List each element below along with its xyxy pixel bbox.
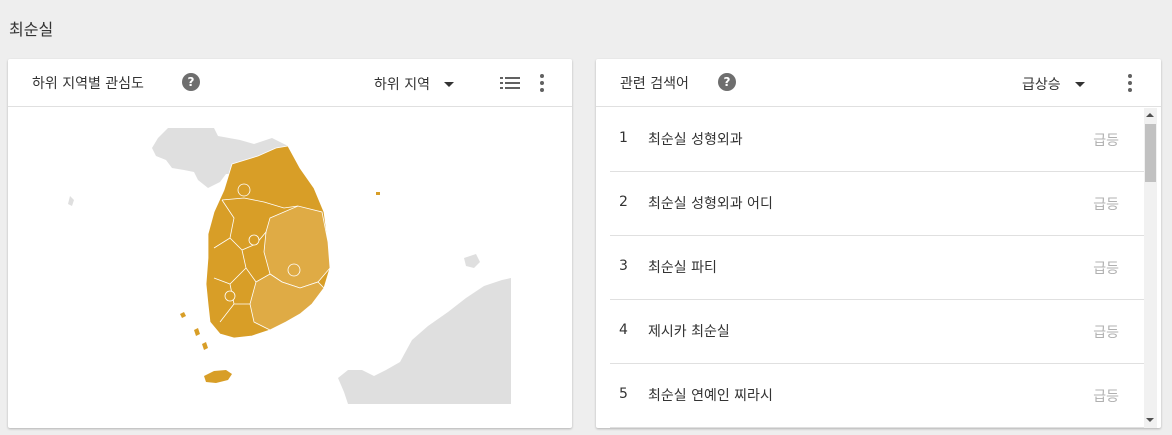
scroll-down-arrow-icon[interactable] [1146, 418, 1154, 422]
dokdo-island [376, 192, 380, 195]
breakout-badge: 급등 [1093, 261, 1119, 277]
related-card-header: 관련 검색어 ? 급상승 [596, 59, 1161, 107]
list-item[interactable]: 2 최순실 성형외과 어디 급등 [610, 172, 1144, 236]
dropdown-label: 하위 지역 [374, 77, 430, 93]
jeju-island [204, 370, 232, 383]
japan-island-land [464, 254, 480, 268]
dropdown-label: 급상승 [1022, 77, 1061, 93]
query-text[interactable]: 최순실 성형외과 [648, 129, 743, 149]
rank-number: 5 [619, 386, 628, 402]
list-item[interactable]: 4 제시카 최순실 급등 [610, 300, 1144, 364]
scroll-up-arrow-icon[interactable] [1146, 113, 1154, 117]
query-text[interactable]: 최순실 성형외과 어디 [648, 193, 773, 213]
vertical-scrollbar[interactable] [1144, 108, 1157, 428]
rank-number: 2 [619, 194, 628, 210]
list-view-icon[interactable] [500, 76, 520, 90]
help-icon[interactable]: ? [718, 73, 736, 91]
region-level-dropdown[interactable]: 하위 지역 [374, 74, 454, 94]
query-text[interactable]: 최순실 연예인 찌라시 [648, 385, 773, 405]
region-interest-card: 하위 지역별 관심도 ? 하위 지역 [8, 59, 572, 428]
korea-map [68, 128, 511, 404]
scroll-thumb[interactable] [1145, 124, 1156, 182]
daegu-region [287, 263, 301, 277]
daejeon-region [248, 234, 260, 246]
rank-number: 4 [619, 322, 628, 338]
china-coast-land [68, 196, 74, 206]
region-map [8, 108, 572, 428]
page-title: 최순실 [9, 20, 54, 39]
gwangju-region [224, 290, 236, 302]
query-text[interactable]: 제시카 최순실 [648, 321, 730, 341]
query-text[interactable]: 최순실 파티 [648, 257, 717, 277]
list-item[interactable]: 1 최순실 성형외과 급등 [610, 108, 1144, 172]
list-item[interactable]: 5 최순실 연예인 찌라시 급등 [610, 364, 1144, 428]
rank-number: 3 [619, 258, 628, 274]
more-vert-icon[interactable] [1128, 74, 1132, 92]
breakout-badge: 급등 [1093, 389, 1119, 405]
related-queries-list: 1 최순실 성형외과 급등 2 최순실 성형외과 어디 급등 3 최순실 파티 … [596, 108, 1144, 428]
seoul-region [237, 183, 251, 197]
breakout-badge: 급등 [1093, 197, 1119, 213]
region-card-title: 하위 지역별 관심도 [32, 76, 144, 92]
related-type-dropdown[interactable]: 급상승 [1022, 74, 1085, 94]
breakout-badge: 급등 [1093, 325, 1119, 341]
west-islands [180, 312, 208, 350]
list-item[interactable]: 3 최순실 파티 급등 [610, 236, 1144, 300]
help-icon[interactable]: ? [182, 73, 200, 91]
caret-down-icon [1074, 81, 1085, 87]
more-vert-icon[interactable] [540, 74, 544, 92]
related-card-title: 관련 검색어 [620, 76, 689, 92]
breakout-badge: 급등 [1093, 133, 1119, 149]
gyeongbuk-region [263, 205, 331, 289]
related-queries-card: 관련 검색어 ? 급상승 1 최순실 성형외과 급등 2 최순실 성형외과 어디… [596, 59, 1161, 428]
region-card-header: 하위 지역별 관심도 ? 하위 지역 [8, 59, 572, 107]
japan-land [338, 278, 511, 404]
rank-number: 1 [619, 130, 628, 146]
caret-down-icon [443, 81, 454, 87]
